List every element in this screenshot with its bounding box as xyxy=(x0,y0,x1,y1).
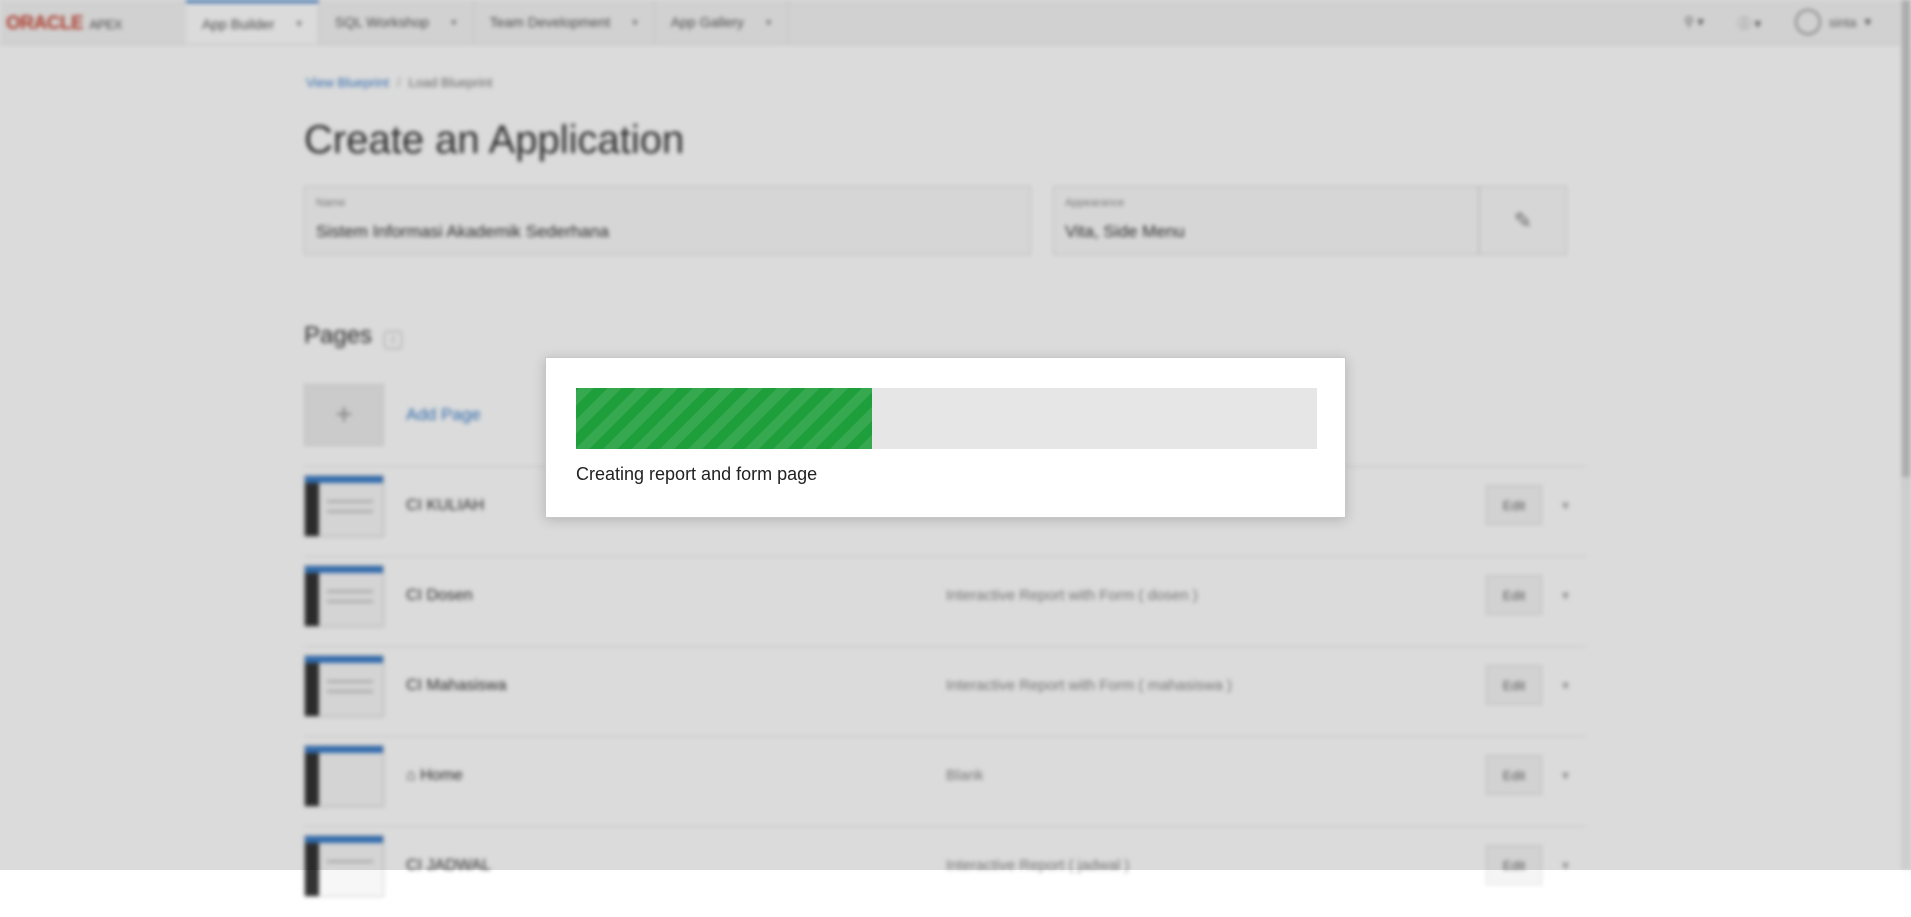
progress-dialog: Creating report and form page xyxy=(545,357,1346,518)
progress-bar-fill xyxy=(576,388,873,449)
progress-bar xyxy=(576,388,1317,449)
progress-message: Creating report and form page xyxy=(576,464,818,484)
